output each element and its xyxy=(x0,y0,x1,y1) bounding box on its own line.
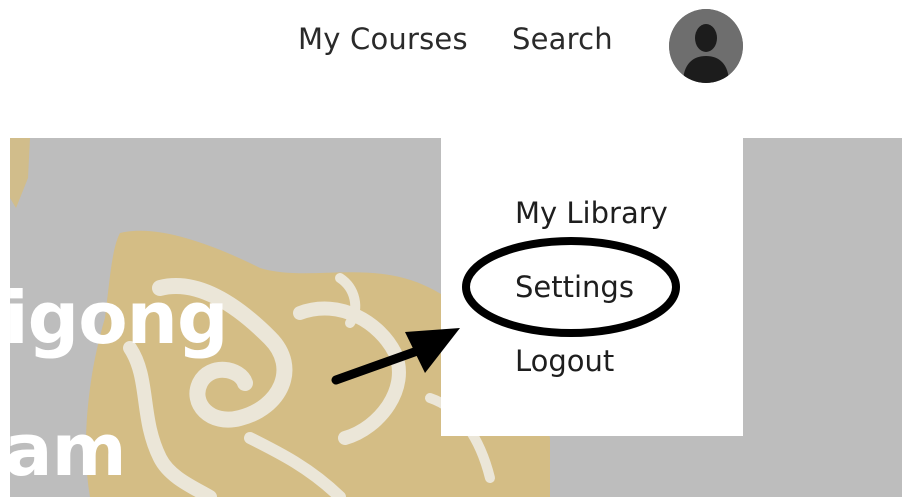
hero-title-line-2: am xyxy=(10,408,127,492)
avatar[interactable] xyxy=(669,9,743,83)
user-silhouette-icon xyxy=(669,9,743,83)
menu-item-settings[interactable]: Settings xyxy=(515,270,634,304)
menu-item-my-library[interactable]: My Library xyxy=(515,196,668,230)
top-navigation: My Courses Search xyxy=(0,0,902,138)
menu-item-logout[interactable]: Logout xyxy=(515,344,614,378)
user-dropdown-menu: My Library Settings Logout xyxy=(441,138,743,436)
nav-link-search[interactable]: Search xyxy=(512,22,613,56)
hero-title-line-1: igong xyxy=(10,276,228,360)
nav-link-my-courses[interactable]: My Courses xyxy=(298,22,468,56)
